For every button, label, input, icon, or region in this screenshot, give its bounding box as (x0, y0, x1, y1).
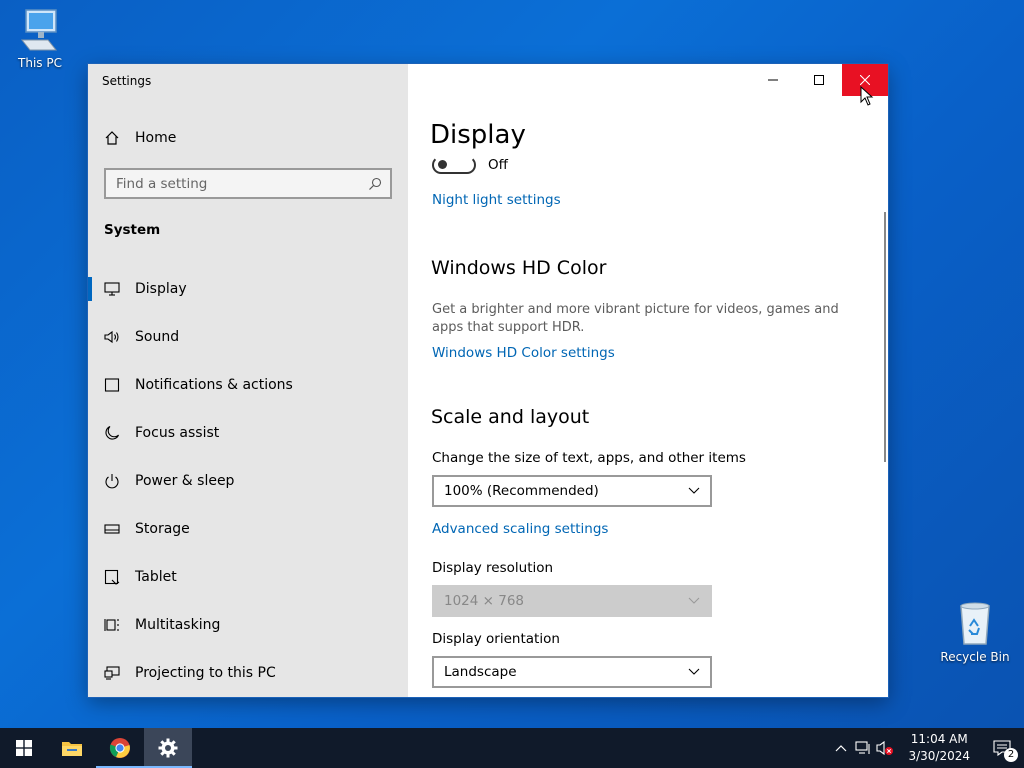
chrome-button[interactable] (96, 728, 144, 768)
advanced-scaling-link[interactable]: Advanced scaling settings (432, 521, 608, 537)
scale-value: 100% (Recommended) (444, 483, 599, 499)
night-light-settings-link[interactable]: Night light settings (432, 192, 561, 208)
home-nav-item[interactable]: Home (104, 126, 176, 150)
clock-time: 11:04 AM (910, 732, 968, 746)
power-icon (104, 473, 120, 489)
toggle-state-label: Off (488, 157, 508, 173)
orientation-dropdown[interactable]: Landscape (432, 656, 712, 688)
orientation-value: Landscape (444, 664, 517, 680)
moon-icon (104, 425, 120, 441)
network-button[interactable] (852, 728, 874, 768)
storage-icon (104, 521, 120, 537)
hd-color-description: Get a brighter and more vibrant picture … (432, 302, 839, 335)
desktop-icon-label: This PC (18, 56, 62, 70)
network-icon (855, 741, 871, 754)
taskbar: 11:04 AM 3/30/2024 2 (0, 728, 1024, 768)
volume-button[interactable] (874, 728, 896, 768)
chevron-down-icon (688, 668, 700, 675)
page-title: Display (430, 120, 526, 150)
maximize-button[interactable] (796, 64, 842, 96)
scale-dropdown[interactable]: 100% (Recommended) (432, 475, 712, 507)
multitasking-icon (104, 617, 120, 633)
settings-taskbar-button[interactable] (144, 728, 192, 768)
sidebar-item-label: Multitasking (135, 617, 221, 633)
hd-color-heading: Windows HD Color (431, 257, 607, 279)
sidebar-item-multitasking[interactable]: Multitasking (88, 601, 408, 649)
start-icon (16, 740, 32, 756)
night-light-toggle[interactable] (432, 156, 476, 174)
hd-color-settings-link[interactable]: Windows HD Color settings (432, 345, 615, 361)
sidebar-item-tablet[interactable]: Tablet (88, 553, 408, 601)
volume-muted-icon (876, 740, 894, 756)
resolution-value: 1024 × 768 (444, 593, 525, 609)
window-title: Settings (102, 74, 152, 88)
sidebar-item-label: Tablet (135, 569, 177, 585)
scale-label: Change the size of text, apps, and other… (432, 450, 746, 466)
show-hidden-icons-button[interactable] (830, 728, 852, 768)
file-explorer-button[interactable] (48, 728, 96, 768)
search-box[interactable] (104, 168, 392, 199)
sidebar-item-sound[interactable]: Sound (88, 313, 408, 361)
sidebar-item-storage[interactable]: Storage (88, 505, 408, 553)
maximize-icon (814, 75, 824, 85)
sidebar-item-label: Display (135, 281, 187, 297)
file-explorer-icon (62, 742, 82, 756)
home-label: Home (135, 130, 177, 146)
sidebar-item-label: Focus assist (135, 425, 220, 441)
system-tray: 11:04 AM 3/30/2024 2 (830, 728, 1024, 768)
desktop-icon-this-pc[interactable]: This PC (0, 8, 80, 70)
scale-layout-heading: Scale and layout (431, 406, 590, 428)
mouse-cursor-icon (860, 86, 874, 106)
chevron-down-icon (688, 487, 700, 494)
scrollbar[interactable] (884, 212, 886, 462)
start-button[interactable] (0, 728, 48, 768)
chrome-icon (109, 738, 130, 758)
orientation-label: Display orientation (432, 631, 560, 647)
clock-date: 3/30/2024 (908, 749, 970, 763)
section-heading-system: System (104, 222, 161, 238)
sidebar-item-display[interactable]: Display (88, 265, 408, 313)
notification-count-badge: 2 (1004, 748, 1018, 762)
sidebar-item-label: Sound (135, 329, 180, 345)
sidebar-nav: Display Sound Notifications & actions Fo… (88, 265, 408, 697)
minimize-button[interactable] (750, 64, 796, 96)
minimize-icon (768, 79, 778, 81)
chevron-down-icon (688, 597, 700, 604)
settings-icon (158, 738, 178, 758)
content-pane: Display Off Night light settings Windows… (408, 64, 888, 697)
desktop-icon-label: Recycle Bin (940, 650, 1010, 664)
sidebar-item-label: Storage (135, 521, 190, 537)
notification-icon (104, 377, 120, 393)
sidebar-item-notifications[interactable]: Notifications & actions (88, 361, 408, 409)
sidebar-item-power-sleep[interactable]: Power & sleep (88, 457, 408, 505)
sidebar-item-label: Notifications & actions (135, 377, 293, 393)
sidebar-item-projecting[interactable]: Projecting to this PC (88, 649, 408, 697)
sidebar-item-focus-assist[interactable]: Focus assist (88, 409, 408, 457)
recycle-bin-icon (960, 602, 990, 645)
search-icon[interactable] (368, 177, 382, 191)
computer-icon (20, 9, 58, 51)
close-icon (860, 75, 870, 85)
resolution-label: Display resolution (432, 560, 554, 576)
sidebar-item-label: Projecting to this PC (135, 665, 276, 681)
speaker-icon (104, 329, 120, 345)
sidebar-item-label: Power & sleep (135, 473, 235, 489)
night-light-toggle-row: Off (432, 156, 508, 174)
tablet-icon (104, 569, 120, 585)
clock[interactable]: 11:04 AM 3/30/2024 (896, 731, 980, 765)
settings-window: Settings Home System Display (88, 64, 888, 697)
home-icon (105, 131, 119, 145)
monitor-icon (104, 281, 120, 297)
desktop-icon-recycle-bin[interactable]: Recycle Bin (935, 600, 1015, 664)
projecting-icon (104, 665, 120, 681)
resolution-dropdown[interactable]: 1024 × 768 (432, 585, 712, 617)
search-input[interactable] (116, 175, 368, 192)
chevron-up-icon (836, 745, 847, 752)
action-center-button[interactable]: 2 (980, 728, 1024, 768)
sidebar: Settings Home System Display (88, 64, 408, 697)
